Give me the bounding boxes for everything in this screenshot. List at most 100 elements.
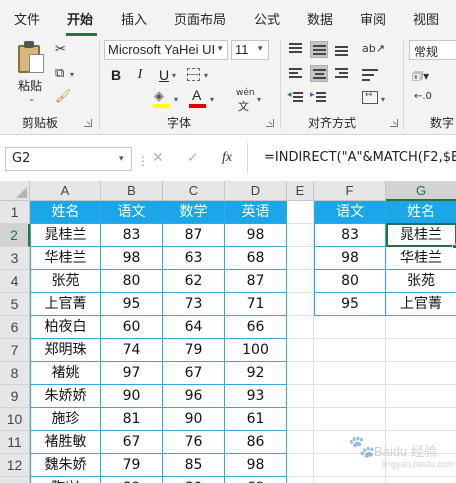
increase-decimal-icon[interactable]: ←.0 — [414, 91, 432, 102]
column-header-f[interactable]: F — [314, 181, 386, 201]
table-header-cell[interactable]: 语文 — [101, 201, 163, 224]
column-header-b[interactable]: B — [101, 181, 163, 201]
table-cell[interactable]: 95 — [101, 293, 163, 316]
table-cell[interactable]: 85 — [163, 454, 225, 477]
insert-function-button[interactable]: fx — [222, 150, 232, 166]
cell-e12[interactable] — [287, 454, 314, 477]
cell-g6[interactable] — [386, 316, 456, 339]
fill-handle[interactable] — [452, 244, 456, 249]
row-header-10[interactable]: 10 — [0, 408, 30, 431]
column-header-g[interactable]: G — [386, 181, 456, 201]
name-box-dropdown-icon[interactable]: ▾ — [119, 154, 124, 164]
alignment-dialog-launcher-icon[interactable] — [390, 119, 398, 127]
row-header-13[interactable]: 13 — [0, 477, 30, 483]
table-cell[interactable]: 62 — [163, 270, 225, 293]
table-cell[interactable]: 施珍 — [30, 408, 101, 431]
row-header-7[interactable]: 7 — [0, 339, 30, 362]
table-cell[interactable]: 100 — [225, 339, 287, 362]
tab-insert[interactable]: 插入 — [121, 9, 147, 28]
cell-e4[interactable] — [287, 270, 314, 293]
decrease-indent-icon[interactable]: ◂ — [287, 89, 305, 106]
lookup-cell[interactable]: 张苑 — [386, 270, 456, 293]
table-cell[interactable]: 96 — [163, 385, 225, 408]
table-cell[interactable]: 74 — [101, 339, 163, 362]
table-cell[interactable]: 73 — [163, 293, 225, 316]
phonetic-dropdown-icon[interactable]: ▾ — [257, 95, 261, 104]
table-cell[interactable]: 69 — [225, 477, 287, 483]
align-middle-icon[interactable] — [310, 41, 328, 58]
table-cell[interactable]: 67 — [101, 431, 163, 454]
table-cell[interactable]: 87 — [163, 224, 225, 247]
cell-g10[interactable] — [386, 408, 456, 431]
cell-f8[interactable] — [314, 362, 386, 385]
copy-icon[interactable]: ⧉ — [55, 67, 64, 81]
column-header-a[interactable]: A — [30, 181, 101, 201]
font-name-dropdown-icon[interactable]: ▾ — [218, 44, 223, 54]
cell-f10[interactable] — [314, 408, 386, 431]
table-cell[interactable]: 上官菁 — [30, 293, 101, 316]
table-cell[interactable]: 98 — [225, 224, 287, 247]
lookup-header-cell[interactable]: 语文 — [314, 201, 386, 224]
orientation-icon[interactable]: ab↗ — [362, 42, 385, 55]
row-header-1[interactable]: 1 — [0, 201, 30, 224]
formula-input[interactable]: =INDIRECT("A"&MATCH(F2,$B$1:$B$13,0)) — [256, 143, 456, 173]
cell-e6[interactable] — [287, 316, 314, 339]
row-header-5[interactable]: 5 — [0, 293, 30, 316]
underline-button[interactable]: U — [155, 66, 173, 84]
table-cell[interactable]: 60 — [101, 316, 163, 339]
table-cell[interactable]: 98 — [101, 247, 163, 270]
align-bottom-icon[interactable] — [333, 41, 351, 58]
table-cell[interactable]: 80 — [163, 477, 225, 483]
font-size-select[interactable]: 11 — [231, 40, 269, 60]
row-header-8[interactable]: 8 — [0, 362, 30, 385]
table-cell[interactable]: 80 — [101, 270, 163, 293]
tab-file[interactable]: 文件 — [14, 9, 40, 28]
tab-home[interactable]: 开始 — [67, 9, 93, 28]
table-cell[interactable]: 92 — [225, 362, 287, 385]
fill-color-button[interactable]: ◈ — [153, 89, 171, 109]
cell-e13[interactable] — [287, 477, 314, 483]
table-cell[interactable]: 褚胜敏 — [30, 431, 101, 454]
lookup-cell[interactable]: 95 — [314, 293, 386, 316]
tab-page-layout[interactable]: 页面布局 — [174, 9, 226, 28]
increase-indent-icon[interactable]: ▸ — [310, 89, 328, 106]
underline-dropdown-icon[interactable]: ▾ — [172, 71, 176, 80]
row-header-2[interactable]: 2 — [0, 224, 30, 247]
enter-icon[interactable]: ✓ — [187, 150, 199, 166]
lookup-header-cell[interactable]: 姓名 — [386, 201, 456, 224]
table-cell[interactable]: 81 — [101, 408, 163, 431]
font-name-select[interactable]: Microsoft YaHei UI — [104, 40, 228, 60]
font-size-dropdown-icon[interactable]: ▾ — [258, 44, 263, 54]
table-cell[interactable]: 64 — [163, 316, 225, 339]
lookup-cell[interactable]: 83 — [314, 224, 386, 247]
table-cell[interactable]: 83 — [101, 224, 163, 247]
table-cell[interactable]: 张苑 — [30, 270, 101, 293]
table-cell[interactable]: 华桂兰 — [30, 247, 101, 270]
table-header-cell[interactable]: 姓名 — [30, 201, 101, 224]
borders-icon[interactable] — [187, 68, 200, 81]
cell-f6[interactable] — [314, 316, 386, 339]
align-center-icon[interactable] — [310, 65, 328, 82]
row-header-9[interactable]: 9 — [0, 385, 30, 408]
table-cell[interactable]: 90 — [163, 408, 225, 431]
table-cell[interactable]: 朱娇娇 — [30, 385, 101, 408]
table-cell[interactable]: 68 — [225, 247, 287, 270]
cell-g13[interactable] — [386, 477, 456, 483]
accounting-format-icon[interactable]: 🗊▾ — [412, 67, 429, 88]
row-header-6[interactable]: 6 — [0, 316, 30, 339]
table-header-cell[interactable]: 数学 — [163, 201, 225, 224]
number-format-select[interactable]: 常规 — [409, 40, 456, 60]
cell-e10[interactable] — [287, 408, 314, 431]
fill-color-dropdown-icon[interactable]: ▾ — [174, 95, 178, 104]
column-header-d[interactable]: D — [225, 181, 287, 201]
table-cell[interactable]: 陶兴 — [30, 477, 101, 483]
table-cell[interactable]: 89 — [101, 477, 163, 483]
cell-e11[interactable] — [287, 431, 314, 454]
phonetic-button[interactable]: wén — [236, 88, 255, 98]
table-cell[interactable]: 晁桂兰 — [30, 224, 101, 247]
cell-e8[interactable] — [287, 362, 314, 385]
font-color-dropdown-icon[interactable]: ▾ — [210, 95, 214, 104]
formula-bar-grip-icon[interactable]: ⋮ — [137, 154, 149, 168]
column-header-e[interactable]: E — [287, 181, 314, 201]
row-header-3[interactable]: 3 — [0, 247, 30, 270]
